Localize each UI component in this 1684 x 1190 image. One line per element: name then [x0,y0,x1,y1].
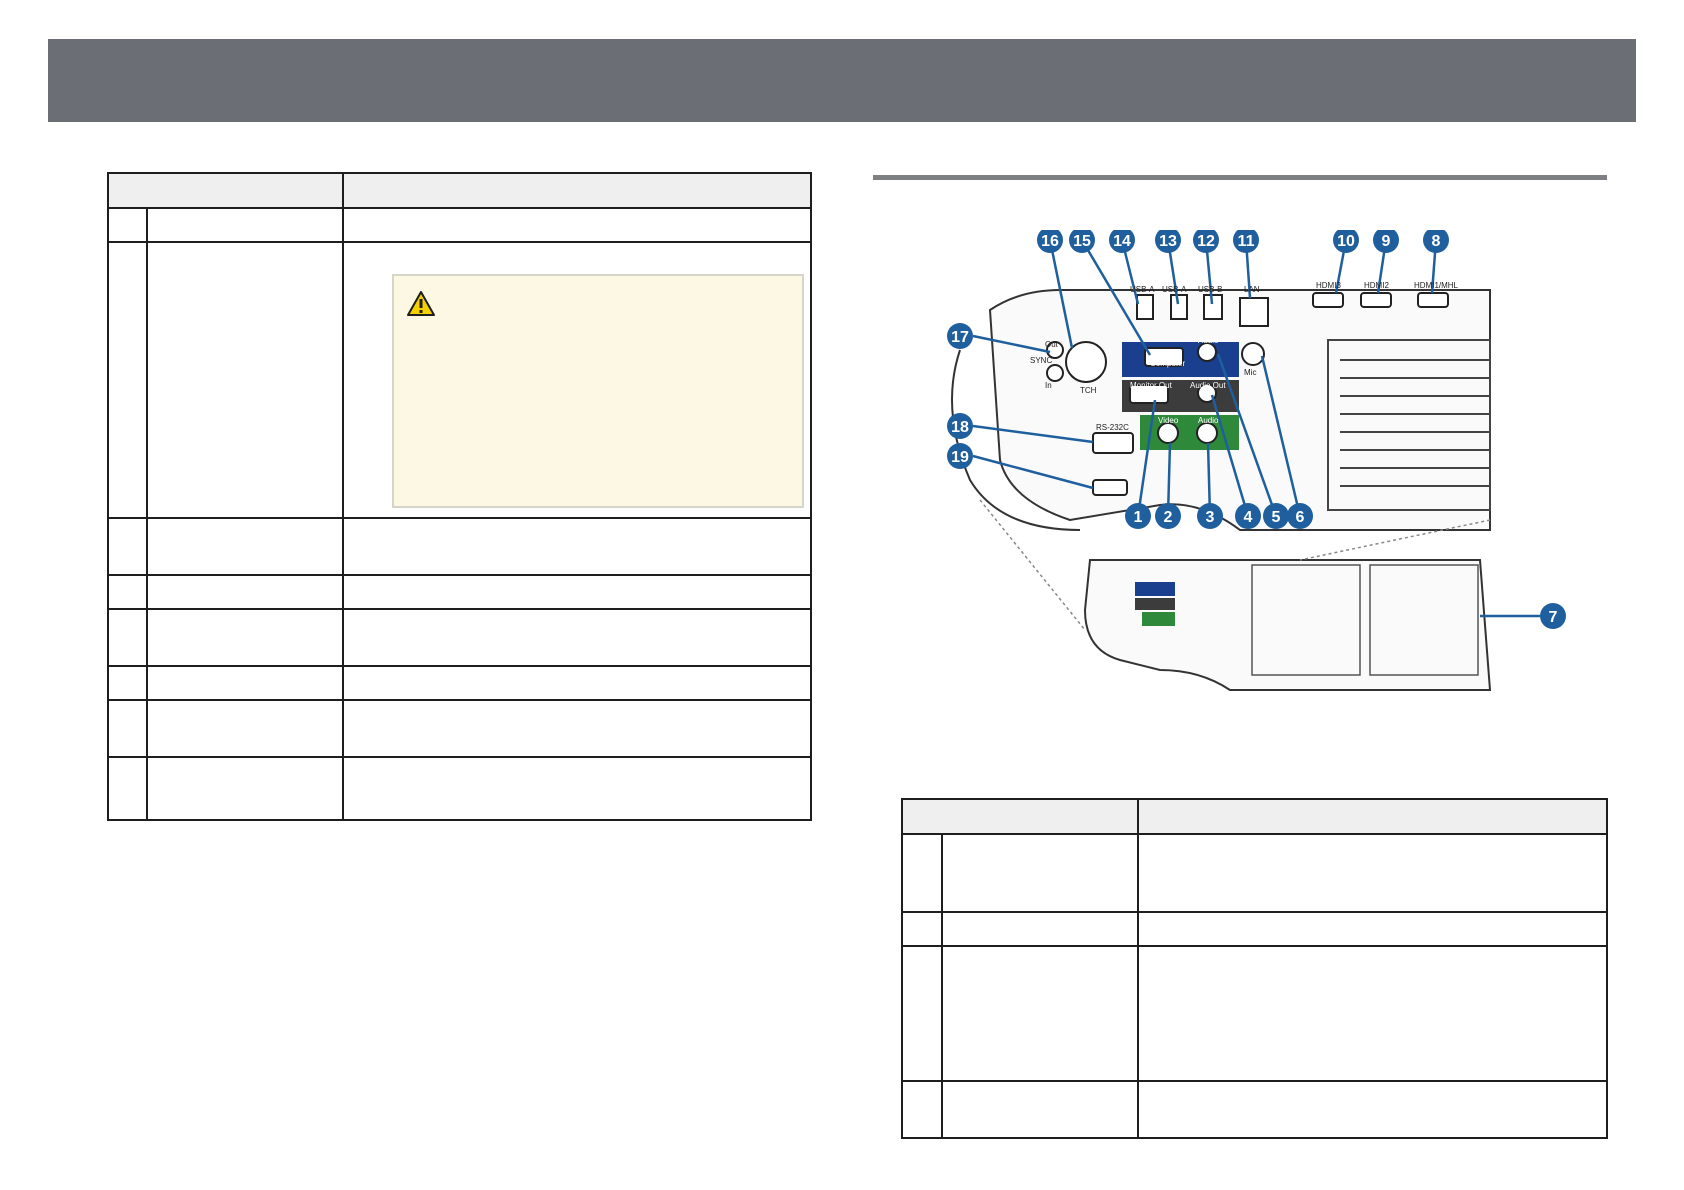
label-hdmi2: HDMI2 [1364,281,1389,290]
callout-16: 16 [1041,233,1059,250]
callout-12: 12 [1197,233,1215,250]
table-header-cell [1137,798,1608,835]
table-row [901,833,1608,913]
label-sync-out: Out [1045,340,1059,349]
callout-5: 5 [1272,509,1281,526]
table-row [107,665,812,701]
table-row [107,699,812,758]
label-sync-in: In [1045,381,1052,390]
callout-18: 18 [951,419,969,436]
callout-13: 13 [1159,233,1177,250]
table-header-row [901,798,1608,835]
callout-3: 3 [1206,509,1215,526]
label-hdmi1: HDMI1/MHL [1414,281,1459,290]
callout-17: 17 [951,329,969,346]
projector-ports-diagram: 1 2 3 4 5 6 7 8 9 10 11 12 13 14 15 16 1… [947,230,1566,691]
label-usb-a-1: USB-A [1130,285,1155,294]
callout-2: 2 [1164,509,1173,526]
callout-8: 8 [1432,233,1441,250]
label-usb-a-2: USB-A [1162,285,1187,294]
callout-14: 14 [1113,233,1131,250]
label-sync: SYNC [1030,356,1052,365]
callout-7: 7 [1549,609,1558,626]
table-header-cell [901,798,1139,835]
callout-9: 9 [1382,233,1391,250]
label-usb-b: USB-B [1198,285,1222,294]
label-computer: Computer [1150,359,1185,368]
header-bar [48,39,1636,122]
callout-19: 19 [951,449,969,466]
label-audio-green: Audio [1198,416,1219,425]
label-hdmi3: HDMI3 [1316,281,1341,290]
label-rs232c: RS-232C [1096,423,1129,432]
table-row [107,517,812,576]
callout-10: 10 [1337,233,1355,250]
table-header-cell [107,172,344,209]
label-tch: TCH [1080,386,1097,395]
label-mic: Mic [1244,368,1256,377]
table-row [901,911,1608,947]
label-lan: LAN [1244,285,1260,294]
callout-1: 1 [1134,509,1143,526]
table-row [107,207,812,243]
table-row [107,756,812,821]
caution-box [392,274,804,508]
section-rule [873,175,1607,180]
callout-4: 4 [1244,509,1253,526]
table-row [107,574,812,610]
label-monitor-out: Monitor Out [1130,381,1173,390]
table-header-row [107,172,812,209]
right-spec-table [901,798,1608,1139]
table-row [901,1080,1608,1139]
label-video: Video [1158,416,1179,425]
callout-11: 11 [1238,233,1255,250]
callout-6: 6 [1296,509,1305,526]
label-audio-out: Audio Out [1190,381,1226,390]
table-header-cell [342,172,812,209]
table-row [107,608,812,667]
warning-icon [407,291,435,316]
callout-15: 15 [1073,233,1091,250]
label-audio-top: Audio [1198,336,1219,345]
table-row [901,945,1608,1082]
